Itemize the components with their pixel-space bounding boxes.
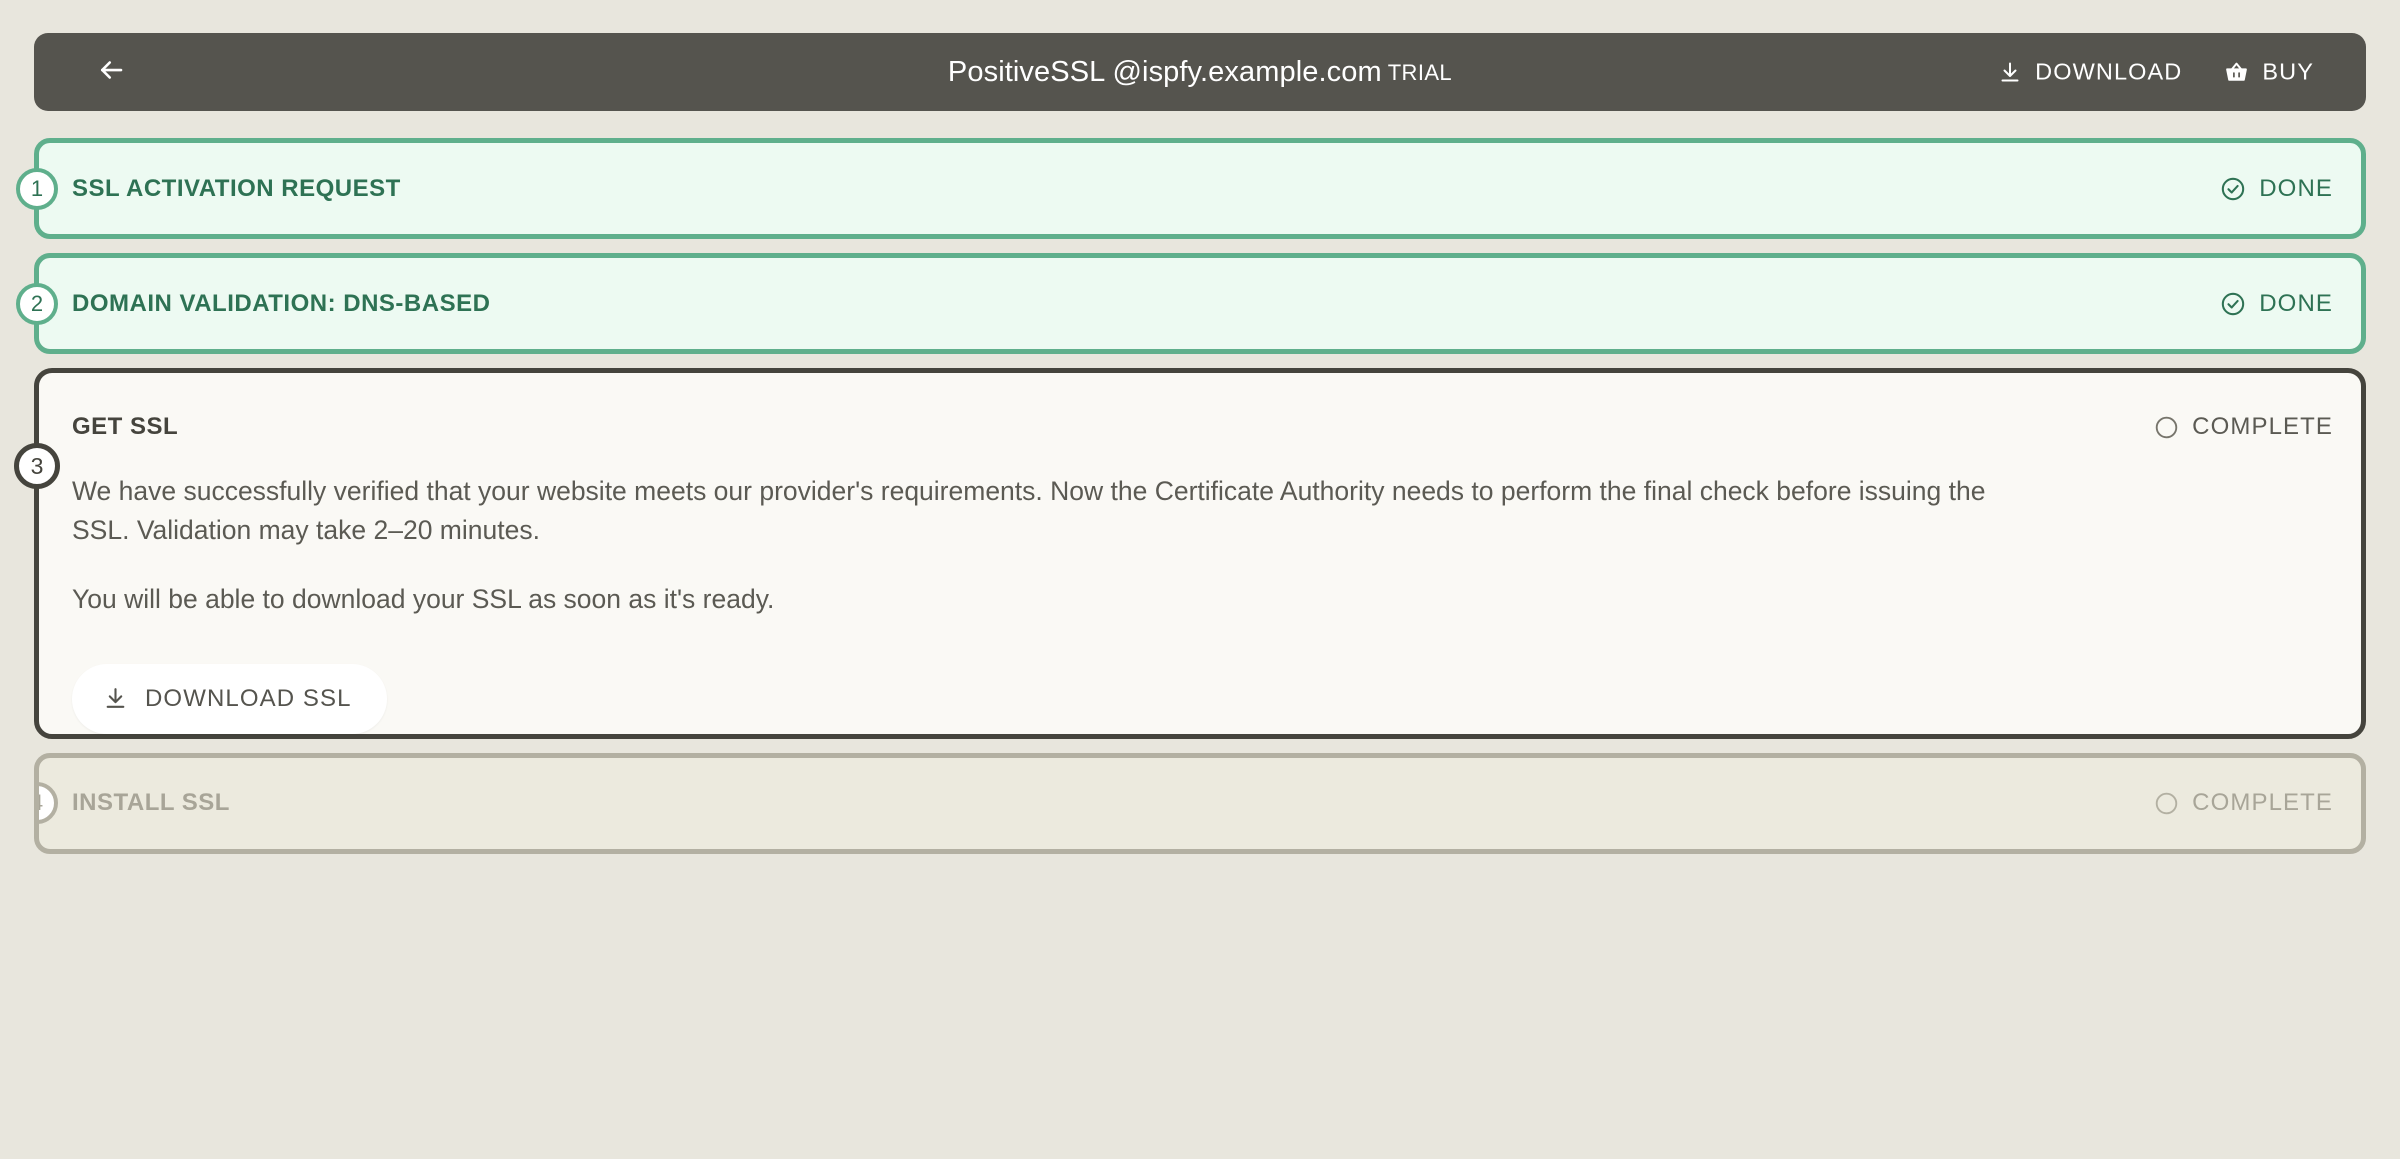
step-header-2: DOMAIN VALIDATION: DNS-BASED DONE (39, 258, 2361, 349)
page-header: PositiveSSL @ispfy.example.com TRIAL DOWN… (34, 33, 2366, 111)
step-card-3[interactable]: 3 GET SSL COMPLETE We have successfully … (14, 368, 2366, 739)
step-header-1: SSL ACTIVATION REQUEST DONE (39, 143, 2361, 234)
buy-button[interactable]: BUY (2224, 59, 2314, 86)
step-card-4[interactable]: 4 INSTALL SSL COMPLETE (34, 752, 2366, 854)
buy-button-label: BUY (2262, 58, 2314, 85)
download-icon (1998, 60, 2022, 84)
download-button-label: DOWNLOAD (2035, 58, 2183, 85)
download-ssl-button[interactable]: DOWNLOAD SSL (72, 663, 387, 734)
step-title-4: INSTALL SSL (72, 789, 230, 817)
step-header-3: GET SSL COMPLETE (39, 373, 2361, 441)
step-number-badge-1: 1 (16, 167, 58, 210)
check-circle-icon (2220, 176, 2246, 202)
step-card-2[interactable]: 2 DOMAIN VALIDATION: DNS-BASED DONE (16, 253, 2366, 354)
product-name: PositiveSSL (947, 55, 1105, 88)
step-status-3: COMPLETE (2154, 413, 2333, 441)
header-actions: DOWNLOAD BUY (1998, 59, 2314, 86)
step-title-1: SSL ACTIVATION REQUEST (72, 174, 401, 202)
step-header-4: INSTALL SSL COMPLETE (39, 758, 2361, 849)
download-button[interactable]: DOWNLOAD (1998, 59, 2182, 86)
circle-outline-icon (2154, 791, 2179, 816)
step-number-badge-3: 3 (14, 443, 60, 489)
step-card-1[interactable]: 1 SSL ACTIVATION REQUEST DONE (16, 138, 2366, 239)
trial-badge: TRIAL (1387, 59, 1453, 85)
download-ssl-button-label: DOWNLOAD SSL (145, 684, 352, 712)
step-status-4: COMPLETE (2154, 789, 2333, 817)
circle-outline-icon (2154, 415, 2179, 440)
check-circle-icon (2220, 291, 2246, 317)
step-status-1: DONE (2220, 175, 2333, 203)
step-status-label-4: COMPLETE (2192, 789, 2333, 817)
step-title-3: GET SSL (72, 413, 179, 440)
steps-list: 1 SSL ACTIVATION REQUEST DONE 2 DOMAIN V… (14, 138, 2366, 854)
step-status-2: DONE (2220, 290, 2333, 318)
basket-icon (2224, 60, 2249, 85)
step-paragraph-1: We have successfully verified that your … (72, 476, 1986, 546)
download-icon (103, 686, 128, 711)
step-status-label-3: COMPLETE (2192, 413, 2333, 440)
domain-name: @ispfy.example.com (1112, 55, 1382, 88)
step-title-2: DOMAIN VALIDATION: DNS-BASED (72, 289, 491, 317)
step-number-badge-2: 2 (16, 282, 58, 325)
step-status-label-1: DONE (2259, 174, 2333, 202)
step-paragraph-2: You will be able to download your SSL as… (72, 584, 775, 615)
ssl-activation-page: PositiveSSL @ispfy.example.com TRIAL DOWN… (0, 33, 2400, 1159)
step-status-label-2: DONE (2259, 289, 2333, 317)
